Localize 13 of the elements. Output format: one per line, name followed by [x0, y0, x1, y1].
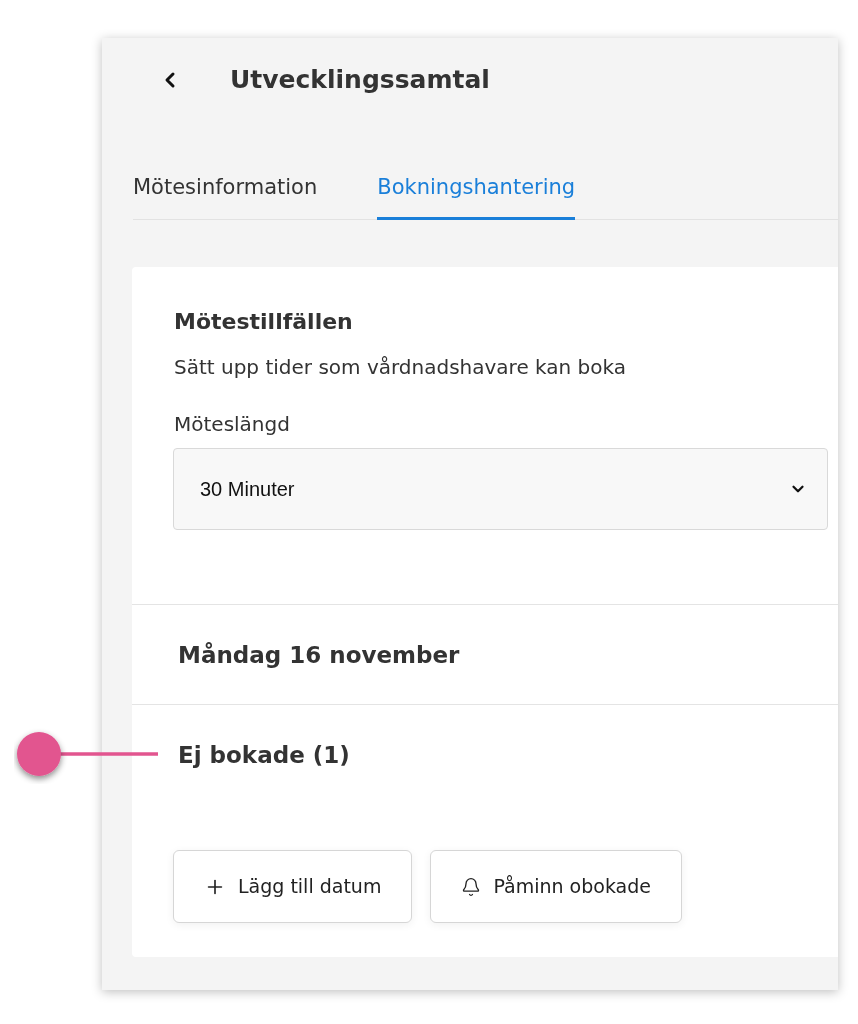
section-title: Mötestillfällen: [174, 308, 354, 336]
day-heading: Måndag 16 november: [178, 640, 460, 670]
duration-select[interactable]: 30 Minuter: [173, 448, 828, 530]
action-button[interactable]: Påminn obokade: [430, 850, 682, 923]
tab[interactable]: Mötesinformation: [133, 160, 318, 220]
marker-dot-icon: [17, 732, 61, 776]
tab[interactable]: Bokningshantering: [377, 160, 576, 220]
bell-icon: [461, 876, 482, 897]
section-description: Sätt upp tider som vårdnadshavare kan boka: [174, 354, 627, 381]
page-title: Utvecklingssamtal: [230, 64, 490, 96]
group-heading: Ej bokade (1): [178, 741, 351, 770]
action-button[interactable]: Lägg till datum: [173, 850, 413, 923]
field-label: Möteslängd: [174, 411, 291, 438]
